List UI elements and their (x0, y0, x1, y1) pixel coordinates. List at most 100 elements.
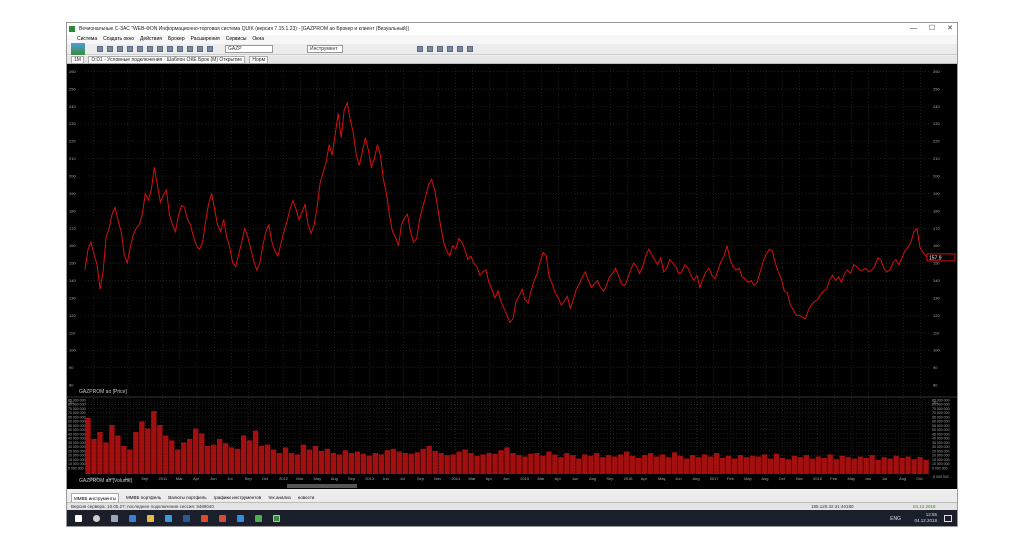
tab-instrument-charts[interactable]: графики инструментов (214, 493, 262, 502)
chart-instrument-field[interactable]: D:D1 - Условные подключения · Шаблон ОКЕ… (88, 56, 245, 64)
volume-bar (426, 446, 432, 474)
tab-currency-portfolio[interactable]: Валюты портфель (168, 493, 206, 502)
start-icon[interactable] (75, 515, 82, 522)
time-tick-label: 2016 (624, 476, 634, 481)
volume-tick-label-right: 85 000 000 (932, 398, 950, 402)
volume-bar (360, 453, 367, 474)
trades-icon[interactable] (147, 46, 153, 52)
time-tick-label: May (744, 476, 752, 481)
volume-bar (504, 447, 510, 474)
volume-bar (522, 456, 528, 474)
store-icon[interactable] (165, 515, 172, 522)
volume-bar (761, 454, 768, 474)
connect-icon[interactable] (97, 46, 103, 52)
volume-bar (540, 455, 546, 474)
search-input[interactable]: Инструмент (307, 45, 343, 53)
interval-select[interactable]: 1М (71, 56, 84, 64)
time-tick-label: Oct (262, 476, 269, 481)
save-icon[interactable] (427, 46, 433, 52)
volume-bar (731, 458, 738, 474)
volume-bar (887, 458, 893, 474)
menu-item-actions[interactable]: Действия (140, 35, 162, 44)
chrome-icon[interactable] (255, 515, 262, 522)
price-tick-label-right: 170 (933, 226, 940, 231)
volume-tick-label-left: 10 000 000 (68, 462, 86, 466)
minimize-button[interactable]: — (910, 23, 917, 35)
quik-taskbar-icon[interactable] (273, 515, 280, 522)
price-tick-label-left: 210 (69, 156, 76, 161)
help-icon[interactable] (467, 46, 473, 52)
volume-bar (833, 459, 839, 474)
horizontal-scrollbar[interactable] (287, 484, 357, 488)
tray-clock[interactable]: 12:55 04.12.2018 (914, 512, 937, 524)
notification-icon[interactable] (944, 515, 952, 522)
search-icon[interactable] (93, 515, 100, 522)
close-button[interactable]: ✕ (947, 23, 953, 35)
price-tick-label-left: 240 (69, 104, 76, 109)
chart-icon[interactable] (127, 46, 133, 52)
export-icon[interactable] (447, 46, 453, 52)
volume-bar (91, 439, 97, 474)
price-chart[interactable]: 70 7080 8090 90100 100110 110120 120130 130140 1… (67, 64, 958, 489)
volume-bar (139, 421, 145, 474)
volume-bar (492, 453, 498, 474)
task-view-icon[interactable] (111, 515, 118, 522)
layout-icon[interactable] (417, 46, 423, 52)
quotes-icon[interactable] (167, 46, 173, 52)
volume-tick-label-left: 20 000 000 (68, 454, 86, 458)
time-tick-label: Oct (779, 476, 786, 481)
maximize-button[interactable]: ☐ (929, 23, 935, 35)
ticker-field[interactable]: GAZP (225, 45, 273, 53)
volume-tick-label-right: 55 000 000 (932, 424, 950, 428)
tray-language[interactable]: ENG (890, 516, 901, 522)
word-icon[interactable] (183, 515, 190, 522)
volume-bar (851, 458, 857, 474)
time-tick-label: Aug (331, 476, 338, 481)
volume-bar (252, 430, 259, 474)
panel-divider[interactable] (67, 396, 958, 398)
menu-item-create-window[interactable]: Создать окно (103, 35, 134, 44)
lock-icon[interactable] (457, 46, 463, 52)
menu-item-windows[interactable]: Окна (252, 35, 264, 44)
price-tick-label-right: 100 (933, 348, 940, 353)
mail-icon[interactable] (237, 515, 244, 522)
menu-item-extensions[interactable]: Расширения (191, 35, 220, 44)
settings-icon[interactable] (187, 46, 193, 52)
volume-bar (222, 443, 229, 474)
volume-bar (282, 447, 289, 474)
time-tick-label: Mar (469, 476, 477, 481)
volume-bar (570, 455, 576, 474)
volume-bar (618, 454, 624, 474)
edge-icon[interactable] (129, 515, 136, 522)
menu-item-broker[interactable]: Брокер (168, 35, 185, 44)
tab-mmvb-portfolio[interactable]: ММВБ портфель (126, 493, 161, 502)
media-icon[interactable] (219, 515, 226, 522)
office-icon[interactable] (201, 515, 208, 522)
quik-logo (71, 43, 85, 55)
explorer-icon[interactable] (147, 515, 154, 522)
time-tick-label: May (658, 476, 666, 481)
time-tick-label: Sep (141, 476, 149, 481)
tab-news[interactable]: новости (298, 493, 315, 502)
print-icon[interactable] (207, 46, 213, 52)
volume-bar (671, 452, 678, 474)
news-icon[interactable] (177, 46, 183, 52)
tab-tech-analysis[interactable]: тех.анализ (268, 493, 291, 502)
disconnect-icon[interactable] (107, 46, 113, 52)
price-axis: 70 7080 8090 90100 100110 110120 120130 130140 1… (69, 69, 940, 405)
orders-icon[interactable] (137, 46, 143, 52)
volume-bar (396, 451, 402, 474)
price-tick-label-right: 90 (933, 365, 938, 370)
app-icon (69, 26, 75, 32)
volume-tick-label-left: 50 000 000 (68, 428, 86, 432)
menu-item-services[interactable]: Сервисы (226, 35, 247, 44)
volume-bar (821, 457, 827, 474)
open-icon[interactable] (437, 46, 443, 52)
table-icon[interactable] (117, 46, 123, 52)
time-tick-label: Jun (503, 476, 509, 481)
tab-mmvb-instruments[interactable]: ММВБ инструменты (71, 493, 120, 502)
portfolio-icon[interactable] (157, 46, 163, 52)
chart-mode-select[interactable]: Норм (249, 56, 269, 64)
calc-icon[interactable] (197, 46, 203, 52)
volume-bar (420, 448, 426, 474)
